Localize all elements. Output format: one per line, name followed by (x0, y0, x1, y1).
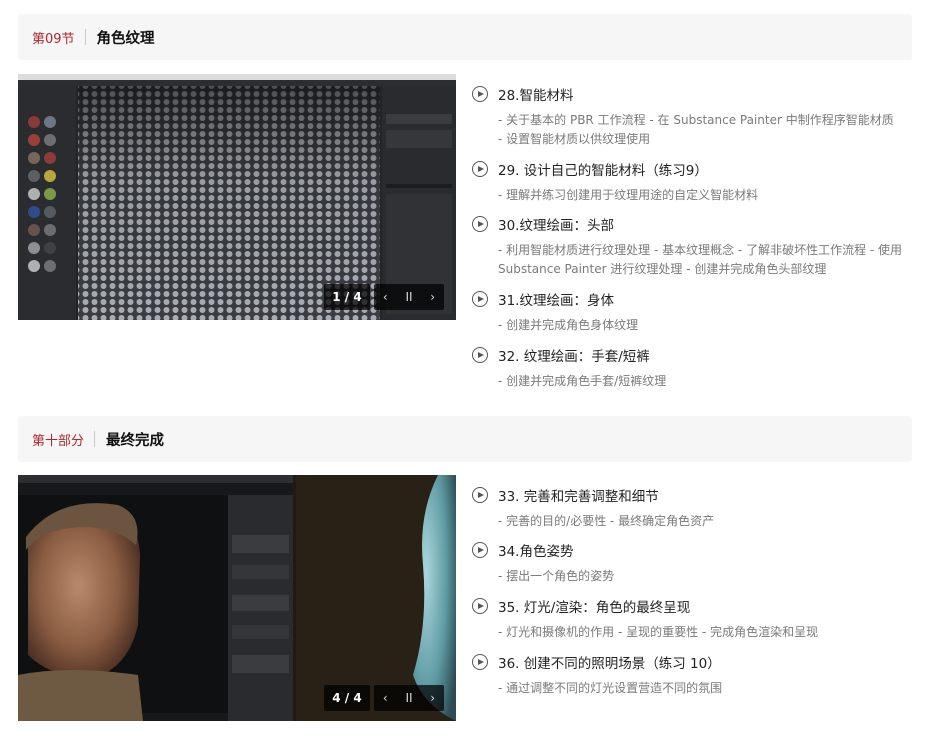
play-icon[interactable] (472, 216, 488, 232)
pause-icon[interactable]: II (405, 691, 412, 705)
lesson-title: 28.智能材料 (498, 88, 574, 104)
media-carousel[interactable]: 4 / 4 ‹ II › (18, 475, 456, 721)
lesson-description: - 创建并完成角色身体纹理 (498, 318, 639, 332)
lesson-item[interactable]: 34.角色姿势 - 摆出一个角色的姿势 (472, 540, 912, 586)
description-line: - 设置智能材质以供纹理使用 (498, 132, 651, 146)
lesson-item[interactable]: 35. 灯光/渲染：角色的最终呈现 - 灯光和摄像机的作用 - 呈现的重要性 -… (472, 596, 912, 642)
lesson-description: - 理解并练习创建用于纹理用途的自定义智能材料 (498, 188, 759, 202)
section-divider (94, 431, 96, 447)
lesson-item[interactable]: 30.纹理绘画：头部 - 利用智能材质进行纹理处理 - 基本纹理概念 - 了解非… (472, 214, 912, 279)
lesson-description: - 完善的目的/必要性 - 最终确定角色资产 (498, 514, 715, 528)
section-label: 第09节 (32, 31, 75, 47)
carousel-controls: ‹ II › (374, 284, 444, 310)
lesson-item[interactable]: 32. 纹理绘画：手套/短裤 - 创建并完成角色手套/短裤纹理 (472, 345, 912, 391)
lesson-item[interactable]: 36. 创建不同的照明场景（练习 10） - 通过调整不同的灯光设置营造不同的氛… (472, 652, 912, 698)
play-icon[interactable] (472, 291, 488, 307)
lesson-item[interactable]: 33. 完善和完善调整和细节 - 完善的目的/必要性 - 最终确定角色资产 (472, 485, 912, 531)
section-title: 角色纹理 (96, 30, 155, 47)
lesson-item[interactable]: 29. 设计自己的智能材料（练习9） - 理解并练习创建用于纹理用途的自定义智能… (472, 159, 912, 205)
section-header: 第09节 角色纹理 (18, 14, 912, 60)
lesson-title: 33. 完善和完善调整和细节 (498, 489, 659, 505)
section-header: 第十部分 最终完成 (18, 416, 912, 462)
play-icon[interactable] (472, 86, 488, 102)
lesson-title: 34.角色姿势 (498, 544, 574, 560)
lesson-description: - 关于基本的 PBR 工作流程 - 在 Substance Painter 中… (498, 111, 912, 149)
play-icon[interactable] (472, 654, 488, 670)
next-icon[interactable]: › (430, 290, 435, 304)
section-label: 第十部分 (32, 433, 85, 449)
next-icon[interactable]: › (430, 691, 435, 705)
lesson-title: 29. 设计自己的智能材料（练习9） (498, 163, 708, 179)
lesson-item[interactable]: 31.纹理绘画：身体 - 创建并完成角色身体纹理 (472, 289, 912, 335)
lesson-title: 35. 灯光/渲染：角色的最终呈现 (498, 600, 691, 616)
lesson-description: - 通过调整不同的灯光设置营造不同的氛围 (498, 681, 723, 695)
lesson-title: 32. 纹理绘画：手套/短裤 (498, 349, 650, 365)
play-icon[interactable] (472, 598, 488, 614)
play-icon[interactable] (472, 487, 488, 503)
lesson-description: - 摆出一个角色的姿势 (498, 569, 615, 583)
pause-icon[interactable]: II (405, 290, 412, 304)
media-carousel[interactable]: 1 / 4 ‹ II › (18, 74, 456, 320)
description-line: - 关于基本的 PBR 工作流程 - 在 Substance Painter 中… (498, 113, 894, 127)
play-icon[interactable] (472, 161, 488, 177)
section-title: 最终完成 (106, 432, 165, 449)
slide-counter: 4 / 4 (324, 685, 370, 711)
lesson-title: 31.纹理绘画：身体 (498, 293, 614, 309)
lesson-description: - 灯光和摄像机的作用 - 呈现的重要性 - 完成角色渲染和呈现 (498, 625, 819, 639)
lesson-title: 36. 创建不同的照明场景（练习 10） (498, 656, 721, 672)
lesson-item[interactable]: 28.智能材料 - 关于基本的 PBR 工作流程 - 在 Substance P… (472, 84, 912, 149)
prev-icon[interactable]: ‹ (383, 290, 388, 304)
slide-counter: 1 / 4 (324, 284, 370, 310)
prev-icon[interactable]: ‹ (383, 691, 388, 705)
play-icon[interactable] (472, 347, 488, 363)
lesson-description: - 创建并完成角色手套/短裤纹理 (498, 374, 667, 388)
play-icon[interactable] (472, 542, 488, 558)
section-divider (84, 29, 86, 45)
lesson-title: 30.纹理绘画：头部 (498, 218, 614, 234)
lesson-description: - 利用智能材质进行纹理处理 - 基本纹理概念 - 了解非破坏性工作流程 - 使… (498, 243, 903, 276)
carousel-controls: ‹ II › (374, 685, 444, 711)
